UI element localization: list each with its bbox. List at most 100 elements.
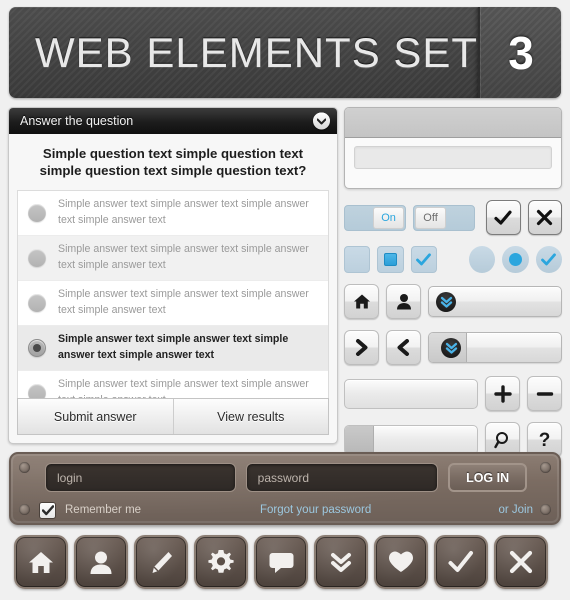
login-options-row: Remember me Forgot your password or Join bbox=[23, 501, 547, 519]
decrement-button[interactable] bbox=[527, 376, 562, 411]
nav-button-row-1 bbox=[344, 284, 562, 319]
header-banner: WEB ELEMENTS SET 3 bbox=[9, 7, 561, 98]
double-chevron-down-icon bbox=[436, 291, 456, 312]
checkbox-check-icon[interactable] bbox=[410, 246, 438, 273]
cancel-button[interactable] bbox=[527, 200, 562, 235]
checkbox-empty-icon[interactable] bbox=[344, 246, 371, 273]
radio-empty-icon[interactable] bbox=[28, 383, 46, 398]
toolbar-close-button[interactable] bbox=[494, 535, 548, 589]
question-mark-icon: ? bbox=[539, 430, 551, 449]
radio-empty-icon[interactable] bbox=[469, 246, 496, 273]
rivet-decoration bbox=[19, 462, 30, 473]
question-panel: Answer the question Simple question text… bbox=[8, 107, 338, 444]
prev-button[interactable] bbox=[386, 330, 421, 365]
pencil-icon bbox=[152, 551, 172, 573]
login-button[interactable]: LOG IN bbox=[448, 463, 527, 492]
radio-empty-icon[interactable] bbox=[28, 203, 46, 222]
plus-icon bbox=[493, 384, 512, 403]
toolbar-chat-button[interactable] bbox=[254, 535, 308, 589]
search-icon bbox=[493, 431, 508, 448]
remember-me-label: Remember me bbox=[65, 504, 142, 516]
chevron-right-icon bbox=[356, 339, 368, 356]
answer-list: Simple answer text simple answer text si… bbox=[17, 189, 329, 398]
list-item[interactable]: Simple answer text simple answer text si… bbox=[18, 370, 328, 398]
toolbar-confirm-button[interactable] bbox=[434, 535, 488, 589]
answer-label: Simple answer text simple answer text si… bbox=[58, 288, 309, 316]
toggle-row: On Off bbox=[344, 200, 562, 235]
submit-answer-button[interactable]: Submit answer bbox=[18, 399, 173, 434]
radio-filled-icon[interactable] bbox=[28, 338, 46, 357]
list-item[interactable]: Simple answer text simple answer text si… bbox=[18, 190, 328, 236]
answer-label: Simple answer text simple answer text si… bbox=[58, 198, 309, 226]
login-bar: login password LOG IN Remember me Forgot… bbox=[9, 452, 561, 525]
blank-panel-body bbox=[345, 138, 561, 177]
increment-button[interactable] bbox=[485, 376, 520, 411]
confirm-button[interactable] bbox=[486, 200, 521, 235]
check-icon bbox=[41, 504, 54, 515]
set-number: 3 bbox=[508, 26, 534, 79]
rivet-decoration bbox=[540, 462, 551, 473]
chevron-left-icon bbox=[397, 339, 409, 356]
list-item-selected[interactable]: Simple answer text simple answer text si… bbox=[18, 325, 328, 371]
toolbar-user-button[interactable] bbox=[74, 535, 128, 589]
login-input[interactable]: login bbox=[45, 463, 236, 492]
toolbar-home-button[interactable] bbox=[14, 535, 68, 589]
text-input[interactable] bbox=[354, 146, 552, 169]
radio-empty-icon[interactable] bbox=[28, 248, 46, 267]
check-icon bbox=[494, 210, 512, 225]
home-button[interactable] bbox=[344, 284, 379, 319]
toggle-on[interactable]: On bbox=[344, 204, 407, 231]
remember-me-checkbox[interactable] bbox=[39, 501, 56, 519]
dropdown-toggle-segment[interactable] bbox=[429, 333, 467, 362]
double-chevron-down-icon bbox=[331, 553, 351, 572]
svg-text:?: ? bbox=[539, 430, 551, 449]
close-icon bbox=[537, 209, 553, 226]
blank-panel-header bbox=[345, 108, 561, 138]
answer-label: Simple answer text simple answer text si… bbox=[58, 333, 289, 361]
toolbar-expand-button[interactable] bbox=[314, 535, 368, 589]
forgot-password-link[interactable]: Forgot your password bbox=[260, 504, 371, 516]
heart-icon bbox=[389, 551, 413, 572]
toolbar-favorite-button[interactable] bbox=[374, 535, 428, 589]
toolbar-edit-button[interactable] bbox=[134, 535, 188, 589]
question-panel-footer: Submit answer View results bbox=[17, 398, 329, 435]
chat-bubble-icon bbox=[269, 552, 293, 573]
close-icon bbox=[509, 550, 533, 574]
checkbox-square-icon[interactable] bbox=[377, 246, 404, 273]
chevron-down-icon[interactable] bbox=[313, 112, 330, 130]
user-button[interactable] bbox=[386, 284, 421, 319]
home-icon bbox=[353, 294, 370, 309]
question-text: Simple question text simple question tex… bbox=[9, 134, 337, 190]
stepper-row bbox=[344, 376, 562, 411]
nav-button-row-2 bbox=[344, 330, 562, 365]
view-results-button[interactable]: View results bbox=[172, 399, 329, 434]
gear-icon bbox=[208, 550, 234, 573]
radio-empty-icon[interactable] bbox=[28, 293, 46, 312]
user-icon bbox=[396, 294, 411, 310]
banner-number-badge: 3 bbox=[480, 7, 561, 98]
answer-label: Simple answer text simple answer text si… bbox=[58, 243, 309, 271]
blank-bar[interactable] bbox=[344, 378, 478, 409]
dropdown-button-2[interactable] bbox=[428, 332, 562, 363]
blank-panel bbox=[344, 107, 562, 189]
answer-label: Simple answer text simple answer text si… bbox=[58, 378, 309, 398]
checkbox-radio-row bbox=[344, 246, 563, 273]
list-item[interactable]: Simple answer text simple answer text si… bbox=[18, 280, 328, 326]
list-item[interactable]: Simple answer text simple answer text si… bbox=[18, 235, 328, 281]
radio-filled-icon[interactable] bbox=[502, 246, 529, 273]
widgets-column: On Off ? bbox=[344, 107, 563, 457]
join-link[interactable]: or Join bbox=[498, 504, 533, 516]
double-chevron-down-icon bbox=[441, 337, 461, 358]
home-icon bbox=[29, 551, 53, 573]
dropdown-button-1[interactable] bbox=[428, 286, 562, 317]
radio-check-icon[interactable] bbox=[535, 246, 563, 273]
password-input[interactable]: password bbox=[245, 463, 439, 492]
toolbar-settings-button[interactable] bbox=[194, 535, 248, 589]
progress-bar[interactable] bbox=[344, 424, 478, 455]
progress-bar-fill bbox=[345, 425, 375, 454]
login-fields-row: login password LOG IN bbox=[23, 463, 547, 492]
question-panel-header: Answer the question bbox=[9, 108, 337, 134]
toggle-off[interactable]: Off bbox=[413, 204, 476, 231]
user-icon bbox=[90, 551, 112, 574]
next-button[interactable] bbox=[344, 330, 379, 365]
